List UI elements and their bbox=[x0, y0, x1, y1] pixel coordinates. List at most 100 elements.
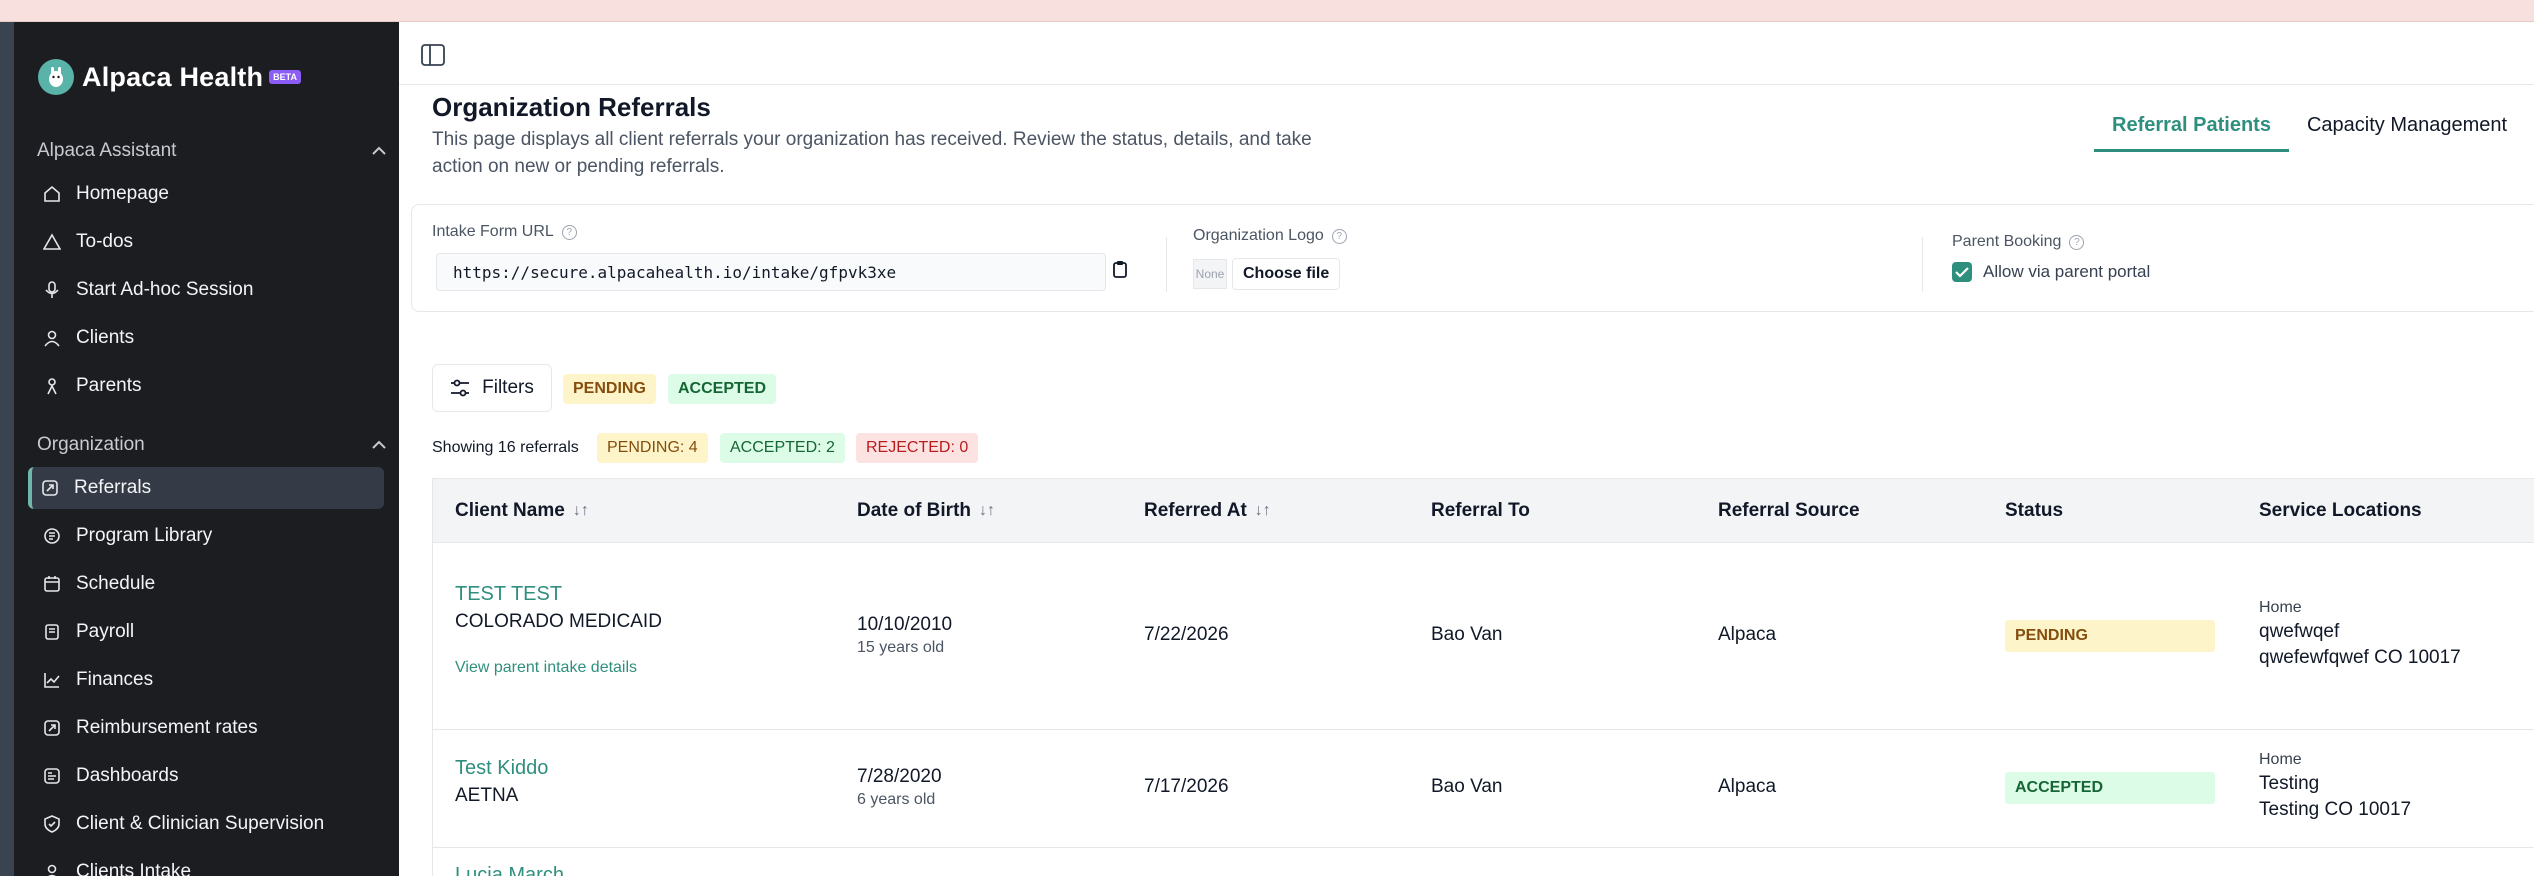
showing-count: Showing 16 referrals bbox=[432, 439, 579, 456]
brand[interactable]: Alpaca Health BETA bbox=[38, 59, 302, 95]
sidebar-item-reimbursement-rates[interactable]: Reimbursement rates bbox=[34, 707, 384, 749]
table-row: TEST TEST COLORADO MEDICAID View parent … bbox=[433, 543, 2534, 730]
app-name: Alpaca Health bbox=[82, 61, 264, 92]
help-icon[interactable]: ? bbox=[561, 224, 577, 240]
location-line2: Testing CO 10017 bbox=[2259, 799, 2412, 820]
parent-booking-label-text: Parent Booking bbox=[1952, 233, 2062, 250]
tabs: Referral Patients Capacity Management bbox=[2094, 114, 2525, 152]
shield-icon bbox=[42, 814, 62, 834]
sidebar-item-start-adhoc-session[interactable]: Start Ad-hoc Session bbox=[34, 269, 384, 311]
sidebar: Alpaca Health BETA Alpaca Assistant Home… bbox=[14, 22, 399, 876]
filters-button[interactable]: Filters bbox=[432, 364, 552, 412]
sidebar-item-todos[interactable]: To-dos bbox=[34, 221, 384, 263]
sidebar-item-payroll[interactable]: Payroll bbox=[34, 611, 384, 653]
sidebar-item-homepage[interactable]: Homepage bbox=[34, 173, 384, 215]
sidebar-item-label: Clients bbox=[76, 327, 135, 348]
location-line2: qwefewfqwef CO 10017 bbox=[2259, 647, 2461, 668]
org-logo-label: Organization Logo ? bbox=[1193, 227, 1347, 245]
sidebar-item-finances[interactable]: Finances bbox=[34, 659, 384, 701]
section-header-alpaca-assistant[interactable]: Alpaca Assistant bbox=[37, 136, 387, 166]
sidebar-item-label: Client & Clinician Supervision bbox=[76, 813, 325, 834]
filter-chip-accepted[interactable]: ACCEPTED bbox=[668, 374, 777, 404]
sort-icon[interactable]: ↓↑ bbox=[979, 502, 995, 520]
client-name-link[interactable]: Lucia March bbox=[455, 864, 564, 876]
column-header-dob[interactable]: Date of Birth ↓↑ bbox=[857, 479, 995, 543]
accepted-count-badge: ACCEPTED: 2 bbox=[720, 433, 845, 463]
sidebar-item-dashboards[interactable]: Dashboards bbox=[34, 755, 384, 797]
dob-value: 7/28/2020 bbox=[857, 766, 942, 787]
section-header-organization[interactable]: Organization bbox=[37, 430, 387, 460]
sidebar-item-label: Finances bbox=[76, 669, 154, 690]
sidebar-item-schedule[interactable]: Schedule bbox=[34, 563, 384, 605]
table-row: Test Kiddo AETNA 7/28/2020 6 years old 7… bbox=[433, 730, 2534, 848]
dob-value: 10/10/2010 bbox=[857, 614, 953, 635]
sidebar-item-label: Program Library bbox=[76, 525, 213, 546]
column-header-status: Status bbox=[2005, 500, 2064, 521]
dashboard-icon bbox=[42, 766, 62, 786]
help-icon[interactable]: ? bbox=[2069, 234, 2085, 250]
payroll-icon bbox=[42, 622, 62, 642]
client-name-link[interactable]: Test Kiddo bbox=[455, 757, 548, 780]
sort-icon[interactable]: ↓↑ bbox=[573, 502, 589, 520]
page-title: Organization Referrals bbox=[432, 92, 711, 122]
sort-icon[interactable]: ↓↑ bbox=[1255, 502, 1271, 520]
sidebar-item-clients[interactable]: Clients bbox=[34, 317, 384, 359]
status-badge: PENDING bbox=[2005, 620, 2215, 652]
table-row: Lucia March bbox=[433, 848, 2534, 876]
chevron-up-icon bbox=[371, 434, 387, 456]
sidebar-item-parents[interactable]: Parents bbox=[34, 365, 384, 407]
referred-at-cell: 7/22/2026 bbox=[1144, 624, 1229, 645]
location-type: Home bbox=[2259, 751, 2302, 768]
choose-file-button[interactable]: Choose file bbox=[1232, 258, 1341, 290]
filter-chip-pending[interactable]: PENDING bbox=[563, 374, 656, 404]
view-intake-link[interactable]: View parent intake details bbox=[455, 659, 662, 677]
sidebar-item-program-library[interactable]: Program Library bbox=[34, 515, 384, 557]
topbar bbox=[399, 22, 2534, 85]
parent-portal-label: Allow via parent portal bbox=[1983, 262, 2151, 281]
person-icon bbox=[42, 376, 62, 396]
sidebar-item-label: Dashboards bbox=[76, 765, 179, 786]
sidebar-item-clients-intake[interactable]: Clients Intake bbox=[34, 851, 384, 876]
top-banner bbox=[0, 0, 2534, 22]
location-type: Home bbox=[2259, 599, 2302, 616]
tab-capacity-management[interactable]: Capacity Management bbox=[2289, 114, 2525, 152]
rejected-count-badge: REJECTED: 0 bbox=[856, 433, 979, 463]
client-name-link[interactable]: TEST TEST bbox=[455, 583, 662, 606]
referral-to-cell: Bao Van bbox=[1431, 776, 1503, 797]
referral-to-cell: Bao Van bbox=[1431, 624, 1503, 645]
chart-line-icon bbox=[42, 670, 62, 690]
help-icon[interactable]: ? bbox=[1331, 228, 1347, 244]
sidebar-item-label: Referrals bbox=[74, 477, 152, 498]
dob-cell: 7/28/2020 6 years old bbox=[857, 766, 942, 809]
column-header-service-locations: Service Locations bbox=[2259, 500, 2422, 521]
chevron-up-icon bbox=[371, 140, 387, 162]
sidebar-item-referrals[interactable]: Referrals bbox=[28, 467, 384, 509]
section-title: Organization bbox=[37, 434, 145, 455]
parent-portal-checkbox[interactable] bbox=[1952, 262, 1972, 282]
pending-count-badge: PENDING: 4 bbox=[597, 433, 708, 463]
age-value: 6 years old bbox=[857, 791, 936, 808]
sliders-icon bbox=[450, 379, 470, 397]
column-header-client-name[interactable]: Client Name ↓↑ bbox=[455, 479, 589, 543]
sidebar-item-supervision[interactable]: Client & Clinician Supervision bbox=[34, 803, 384, 845]
parent-booking-label: Parent Booking ? bbox=[1952, 233, 2085, 251]
location-line1: Testing bbox=[2259, 773, 2320, 794]
status-badge: ACCEPTED bbox=[2005, 772, 2215, 804]
users-icon bbox=[42, 328, 62, 348]
sidebar-item-label: Reimbursement rates bbox=[76, 717, 258, 738]
table-header: Client Name ↓↑ Date of Birth ↓↑ Referred… bbox=[433, 479, 2534, 543]
client-cell: Lucia March bbox=[455, 864, 564, 876]
client-cell: Test Kiddo AETNA bbox=[455, 757, 548, 807]
intake-url-field[interactable]: https://secure.alpacahealth.io/intake/gf… bbox=[436, 253, 1106, 291]
intake-url-label: Intake Form URL ? bbox=[432, 223, 577, 241]
sidebar-toggle-icon[interactable] bbox=[421, 44, 445, 71]
receipt-icon bbox=[42, 718, 62, 738]
alpaca-logo-icon bbox=[38, 59, 74, 95]
copy-icon[interactable] bbox=[1112, 260, 1128, 283]
column-header-referred-at[interactable]: Referred At ↓↑ bbox=[1144, 479, 1271, 543]
sidebar-item-label: To-dos bbox=[76, 231, 134, 252]
column-label: Referred At bbox=[1144, 500, 1247, 521]
tab-referral-patients[interactable]: Referral Patients bbox=[2094, 114, 2289, 152]
intake-url-label-text: Intake Form URL bbox=[432, 223, 554, 240]
intake-icon bbox=[42, 862, 62, 876]
